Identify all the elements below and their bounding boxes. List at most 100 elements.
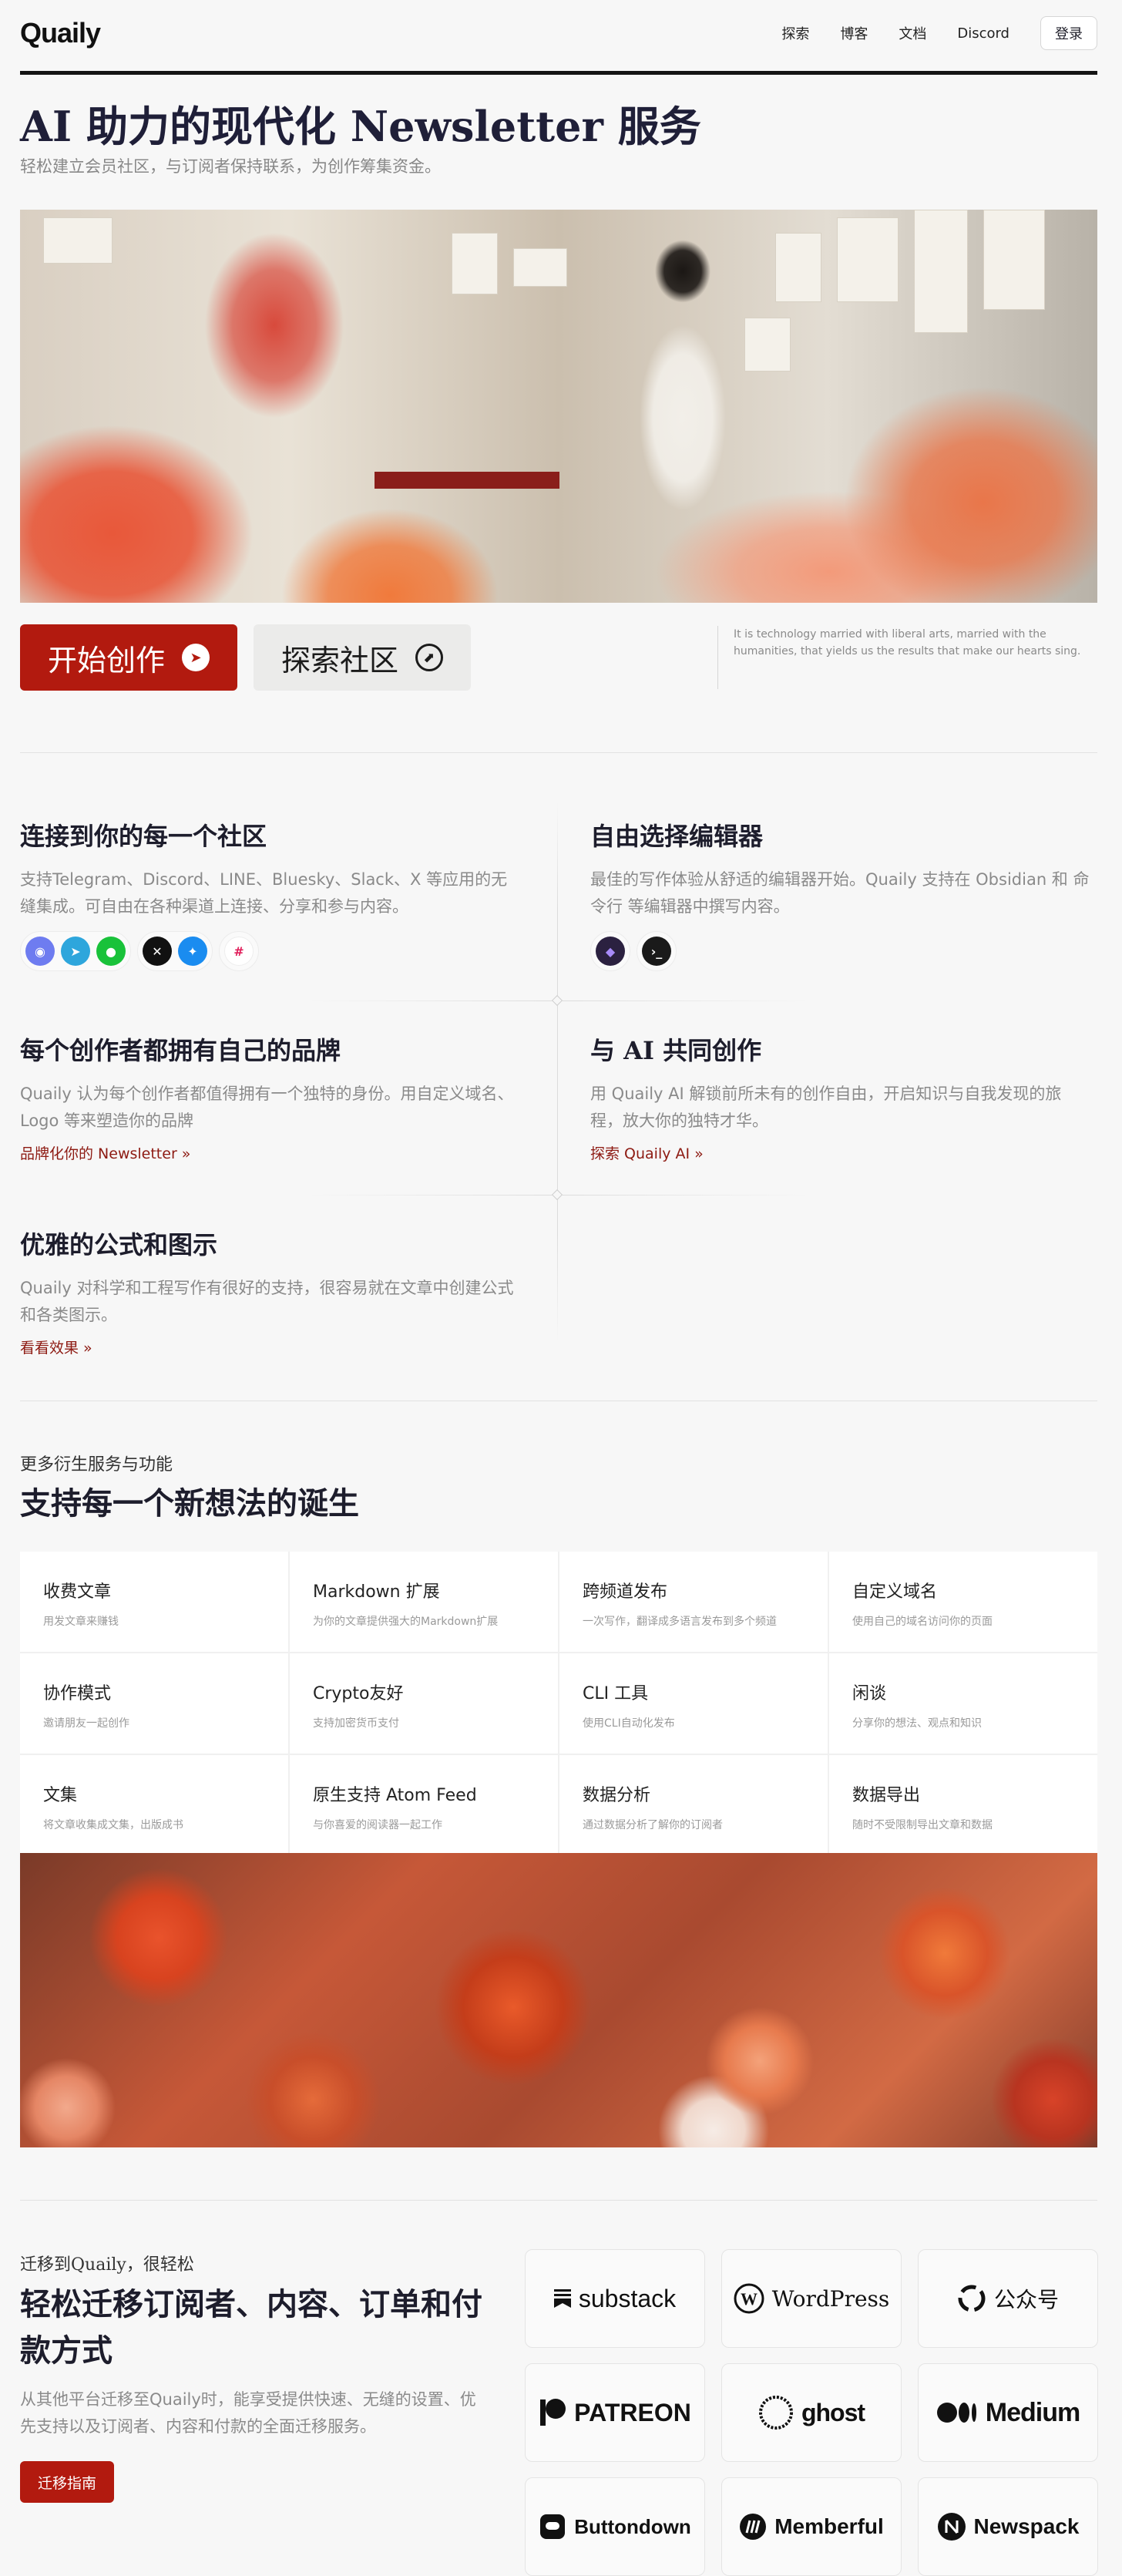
feature-link[interactable]: 探索 Quaily AI » — [590, 1142, 1091, 1163]
grid-item-desc: 将文章收集成文集，出版成书 — [43, 1819, 183, 1831]
grid-item[interactable]: 跨频道发布 一次写作，翻译成多语言发布到多个频道 — [559, 1552, 828, 1652]
grid-item[interactable]: Markdown 扩展 为你的文章提供强大的Markdown扩展 — [290, 1552, 558, 1652]
platform-name: Medium — [985, 2397, 1080, 2427]
grid-item-title: 协作模式 — [43, 1684, 112, 1703]
nav-link-blog[interactable]: 博客 — [840, 23, 868, 43]
platform-name: Memberful — [774, 2514, 884, 2538]
platform-ghost[interactable]: ghost — [721, 2363, 902, 2462]
platform-patreon[interactable]: PATREON — [525, 2363, 705, 2462]
buttondown-icon — [539, 2513, 566, 2541]
grid-item-title: 文集 — [43, 1786, 78, 1805]
grid-item[interactable]: 自定义域名使用自己的域名访问你的页面 — [829, 1552, 1097, 1652]
grid-item-desc: 使用CLI自动化发布 — [583, 1717, 675, 1730]
nav-link-discord[interactable]: Discord — [957, 25, 1009, 42]
platform-wordpress[interactable]: W WordPress — [721, 2249, 902, 2348]
platform-wechat[interactable]: 公众号 — [918, 2249, 1098, 2348]
divider-diamond — [551, 1189, 563, 1201]
grid-item-title: 原生支持 Atom Feed — [313, 1786, 477, 1805]
platform-name: PATREON — [574, 2398, 691, 2426]
more-kicker: 更多衍生服务与功能 — [20, 1455, 173, 1475]
grid-item-title: 闲谈 — [852, 1684, 887, 1703]
grid-item[interactable]: 文集将文章收集成文集，出版成书 — [20, 1755, 288, 1855]
send-icon: ➤ — [182, 644, 210, 671]
hero-subtitle: 轻松建立会员社区，与订阅者保持联系，为创作筹集资金。 — [20, 157, 441, 176]
feature-formulas: 优雅的公式和图示 Quaily 对科学和工程写作有很好的支持，很容易就在文章中创… — [20, 1226, 521, 1357]
compass-icon: ⬈ — [415, 644, 443, 671]
patreon-icon — [539, 2398, 566, 2427]
app-icon-group: ›_ — [637, 931, 677, 971]
app-icon-group: ◆ — [590, 931, 630, 971]
telegram-icon[interactable]: ➤ — [61, 937, 90, 966]
feature-title: 与 AI 共同创作 — [590, 1036, 762, 1065]
obsidian-icon[interactable]: ◆ — [596, 937, 625, 966]
migration-desc: 从其他平台迁移至Quaily时，能享受提供快速、无缝的设置、优先支持以及订阅者、… — [20, 2390, 476, 2436]
feature-ai: 与 AI 共同创作 用 Quaily AI 解锁前所未有的创作自由，开启知识与自… — [590, 1031, 1091, 1163]
platform-name: ghost — [801, 2398, 865, 2426]
start-creating-button[interactable]: 开始创作 ➤ — [20, 624, 237, 691]
grid-item-title: Crypto友好 — [313, 1684, 404, 1703]
editor-app-icons: ◆ ›_ — [590, 931, 1091, 971]
feature-link[interactable]: 看看效果 » — [20, 1337, 521, 1357]
grid-item-title: 跨频道发布 — [583, 1582, 668, 1602]
app-icon-group: ✕ ✦ — [137, 931, 213, 971]
grid-item[interactable]: CLI 工具使用CLI自动化发布 — [559, 1653, 828, 1754]
ghost-icon — [758, 2395, 794, 2430]
x-icon[interactable]: ✕ — [143, 937, 172, 966]
hero-title: AI 助力的现代化 Newsletter 服务 — [20, 102, 701, 151]
feature-link[interactable]: 品牌化你的 Newsletter » — [20, 1142, 521, 1163]
migration-kicker: 迁移到Quaily，很轻松 — [20, 2255, 194, 2275]
grid-item[interactable]: 闲谈分享你的想法、观点和知识 — [829, 1653, 1097, 1754]
medium-icon — [936, 2401, 978, 2424]
grid-item[interactable]: Crypto友好支持加密货币支付 — [290, 1653, 558, 1754]
discord-icon[interactable]: ◉ — [25, 937, 55, 966]
feature-desc: 支持Telegram、Discord、LINE、Bluesky、Slack、X … — [20, 870, 508, 916]
slack-icon[interactable]: # — [224, 937, 254, 966]
grid-item[interactable]: 协作模式邀请朋友一起创作 — [20, 1653, 288, 1754]
login-button[interactable]: 登录 — [1040, 16, 1097, 50]
explore-community-button[interactable]: 探索社区 ⬈ — [254, 624, 471, 691]
platform-name: WordPress — [771, 2285, 890, 2312]
bluesky-icon[interactable]: ✦ — [178, 937, 207, 966]
hero-quote: It is technology married with liberal ar… — [717, 626, 1098, 689]
grid-item-desc: 邀请朋友一起创作 — [43, 1717, 129, 1730]
app-icon-group: ◉ ➤ ● — [20, 931, 131, 971]
platform-medium[interactable]: Medium — [918, 2363, 1098, 2462]
more-title: 支持每一个新想法的诞生 — [20, 1485, 359, 1522]
site-logo[interactable]: Quaily — [20, 17, 101, 49]
hero-image — [20, 210, 1097, 603]
grid-item-desc: 用发文章来赚钱 — [43, 1616, 119, 1628]
divider-diamond — [551, 994, 563, 1007]
grid-item-title: 数据分析 — [583, 1786, 651, 1805]
nav-link-docs[interactable]: 文档 — [899, 23, 926, 43]
line-icon[interactable]: ● — [96, 937, 126, 966]
section-divider — [20, 2200, 1097, 2201]
grid-item[interactable]: 数据导出 随时不受限制导出文章和数据 — [829, 1755, 1097, 1855]
wechat-official-icon — [957, 2284, 986, 2313]
platform-buttondown[interactable]: Buttondown — [525, 2477, 705, 2576]
feature-communities: 连接到你的每一个社区 支持Telegram、Discord、LINE、Blues… — [20, 817, 521, 971]
grid-item-desc: 通过数据分析了解你的订阅者 — [583, 1819, 723, 1831]
grid-item-desc: 与你喜爱的阅读器一起工作 — [313, 1819, 442, 1831]
wordpress-icon: W — [734, 2283, 764, 2314]
grid-item[interactable]: 原生支持 Atom Feed 与你喜爱的阅读器一起工作 — [290, 1755, 558, 1855]
grid-item-title: 自定义域名 — [852, 1582, 938, 1602]
grid-item-desc: 使用自己的域名访问你的页面 — [852, 1616, 993, 1628]
migration-guide-button[interactable]: 迁移指南 — [20, 2461, 114, 2503]
grid-item-desc: 支持加密货币支付 — [313, 1717, 399, 1730]
grid-item[interactable]: 数据分析通过数据分析了解你的订阅者 — [559, 1755, 828, 1855]
platform-newspack[interactable]: Newspack — [918, 2477, 1098, 2576]
substack-icon — [553, 2289, 571, 2308]
feature-desc: 最佳的写作体验从舒适的编辑器开始。Quaily 支持在 Obsidian 和 命… — [590, 870, 1090, 916]
platform-logos: substack W WordPress 公众号 PATREON ghost M… — [525, 2249, 1098, 2576]
grid-item-title: CLI 工具 — [583, 1684, 649, 1703]
grid-item-desc: 分享你的想法、观点和知识 — [852, 1717, 982, 1730]
svg-text:W: W — [741, 2289, 758, 2309]
nav-link-explore[interactable]: 探索 — [781, 23, 809, 43]
grid-item[interactable]: 收费文章 用发文章来赚钱 — [20, 1552, 288, 1652]
terminal-icon[interactable]: ›_ — [642, 937, 671, 966]
platform-memberful[interactable]: Memberful — [721, 2477, 902, 2576]
feature-title: 连接到你的每一个社区 — [20, 822, 267, 851]
platform-substack[interactable]: substack — [525, 2249, 705, 2348]
feature-title: 自由选择编辑器 — [590, 822, 764, 851]
migration-title: 轻松迁移订阅者、内容、订单和付款方式 — [20, 2286, 482, 2369]
